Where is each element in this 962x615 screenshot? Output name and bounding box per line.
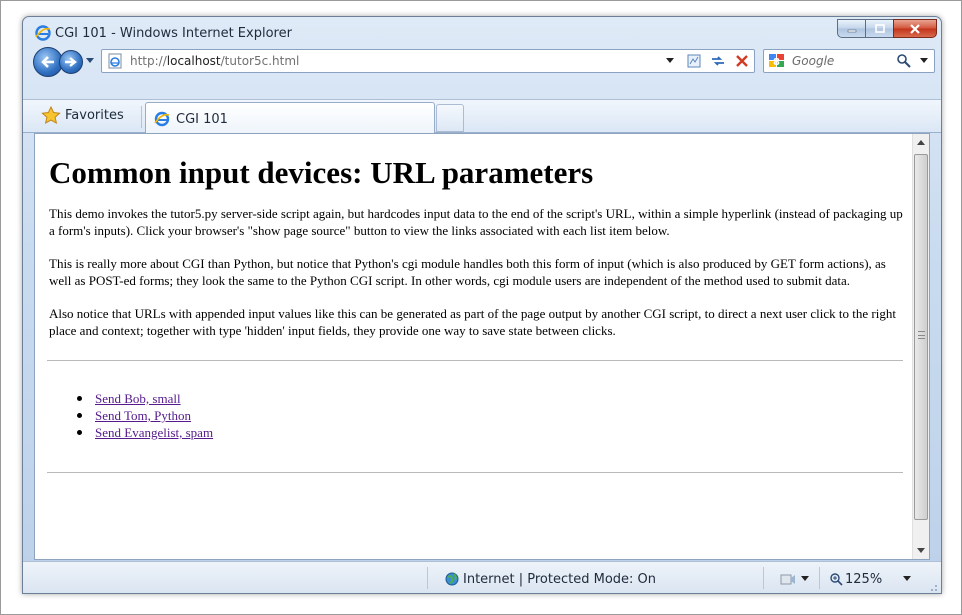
- scroll-down-button[interactable]: [913, 542, 929, 559]
- list-item: Send Bob, small: [77, 390, 901, 407]
- minimize-button[interactable]: [837, 19, 865, 38]
- page-heading: Common input devices: URL parameters: [49, 155, 594, 190]
- dropdown-arrow-icon: [666, 58, 674, 63]
- compatibility-view-button[interactable]: [682, 50, 706, 72]
- paragraph-2: This is really more about CGI than Pytho…: [49, 256, 886, 288]
- favorites-label: Favorites: [65, 107, 124, 123]
- paragraph-3: Also notice that URLs with appended inpu…: [49, 306, 896, 338]
- svg-text:8: 8: [773, 57, 780, 68]
- status-separator: [427, 567, 428, 589]
- forward-button[interactable]: [59, 50, 83, 74]
- browser-window: CGI 101 - Windows Internet Explorer http…: [22, 16, 942, 594]
- scrollbar-grip: [918, 331, 925, 339]
- stop-button[interactable]: [730, 50, 754, 72]
- maximize-button[interactable]: [865, 19, 893, 38]
- url-host: localhost: [166, 54, 221, 68]
- address-bar[interactable]: http://localhost/tutor5c.html: [101, 49, 755, 73]
- search-dropdown-icon[interactable]: [920, 58, 928, 64]
- caption-buttons: [837, 19, 937, 39]
- address-dropdown-button[interactable]: [658, 50, 682, 72]
- status-bar: Internet | Protected Mode: On 125%: [23, 561, 941, 593]
- link-list: Send Bob, small Send Tom, Python Send Ev…: [77, 390, 901, 441]
- new-tab-button[interactable]: [436, 104, 464, 132]
- internet-globe-icon: [445, 572, 459, 586]
- url-text[interactable]: http://localhost/tutor5c.html: [130, 54, 299, 68]
- ie-logo-icon: [35, 25, 51, 41]
- link-send-evangelist[interactable]: Send Evangelist, spam: [95, 425, 213, 440]
- resize-grip-icon[interactable]: [928, 582, 938, 592]
- scroll-down-arrow-icon: [917, 547, 925, 553]
- close-window-button[interactable]: [893, 19, 937, 38]
- navigation-bar: http://localhost/tutor5c.html 8 Google: [23, 45, 941, 77]
- status-separator: [763, 567, 764, 589]
- scrollbar-thumb[interactable]: [914, 154, 928, 520]
- maximize-icon: [874, 23, 885, 33]
- compatibility-view-icon: [687, 54, 701, 68]
- link-send-tom[interactable]: Send Tom, Python: [95, 408, 191, 423]
- zoom-dropdown-icon[interactable]: [903, 576, 911, 582]
- recent-pages-dropdown-icon[interactable]: [86, 58, 94, 64]
- list-item: Send Evangelist, spam: [77, 424, 901, 441]
- protected-mode-icon[interactable]: [779, 572, 797, 586]
- page-viewport: Common input devices: URL parameters Thi…: [34, 133, 930, 560]
- toolbar-separator: [141, 106, 142, 128]
- minimize-icon: [847, 29, 856, 32]
- divider-bottom: [47, 472, 903, 473]
- scroll-up-button[interactable]: [913, 134, 929, 151]
- tab-cgi-101[interactable]: CGI 101: [145, 102, 435, 134]
- list-item: Send Tom, Python: [77, 407, 901, 424]
- page-content: Common input devices: URL parameters Thi…: [35, 134, 913, 559]
- zoom-level[interactable]: 125%: [845, 572, 882, 587]
- page-icon: [108, 53, 122, 69]
- favorites-button[interactable]: Favorites: [41, 106, 124, 124]
- security-zone-text[interactable]: Internet | Protected Mode: On: [463, 572, 656, 587]
- close-icon: [910, 23, 920, 34]
- ie-page-icon: [154, 111, 170, 127]
- link-send-bob[interactable]: Send Bob, small: [95, 391, 181, 406]
- refresh-icon: [712, 56, 724, 66]
- stop-icon: [736, 55, 748, 67]
- address-tools: [658, 50, 754, 72]
- url-path: /tutor5c.html: [220, 54, 300, 68]
- search-placeholder: Google: [792, 54, 835, 68]
- search-box[interactable]: 8 Google: [763, 49, 935, 73]
- back-arrow-icon: [41, 56, 54, 68]
- zoom-magnifier-icon: [830, 573, 843, 586]
- protected-mode-dropdown-icon[interactable]: [801, 576, 809, 582]
- divider-top: [47, 360, 903, 361]
- forward-arrow-icon: [65, 57, 77, 67]
- vertical-scrollbar[interactable]: [912, 134, 929, 559]
- url-prefix: http://: [130, 54, 167, 68]
- tab-bar: Favorites CGI 101: [23, 99, 941, 134]
- paragraph-1: This demo invokes the tutor5.py server-s…: [49, 206, 903, 238]
- status-separator: [819, 567, 820, 589]
- scroll-up-arrow-icon: [917, 139, 925, 145]
- title-bar[interactable]: CGI 101 - Windows Internet Explorer: [23, 17, 941, 45]
- tab-label: CGI 101: [176, 112, 228, 127]
- favorites-star-icon: [41, 106, 61, 124]
- window-title: CGI 101 - Windows Internet Explorer: [55, 26, 292, 41]
- refresh-button[interactable]: [706, 50, 730, 72]
- google-logo-icon: 8: [769, 54, 784, 68]
- search-icon[interactable]: [896, 53, 912, 69]
